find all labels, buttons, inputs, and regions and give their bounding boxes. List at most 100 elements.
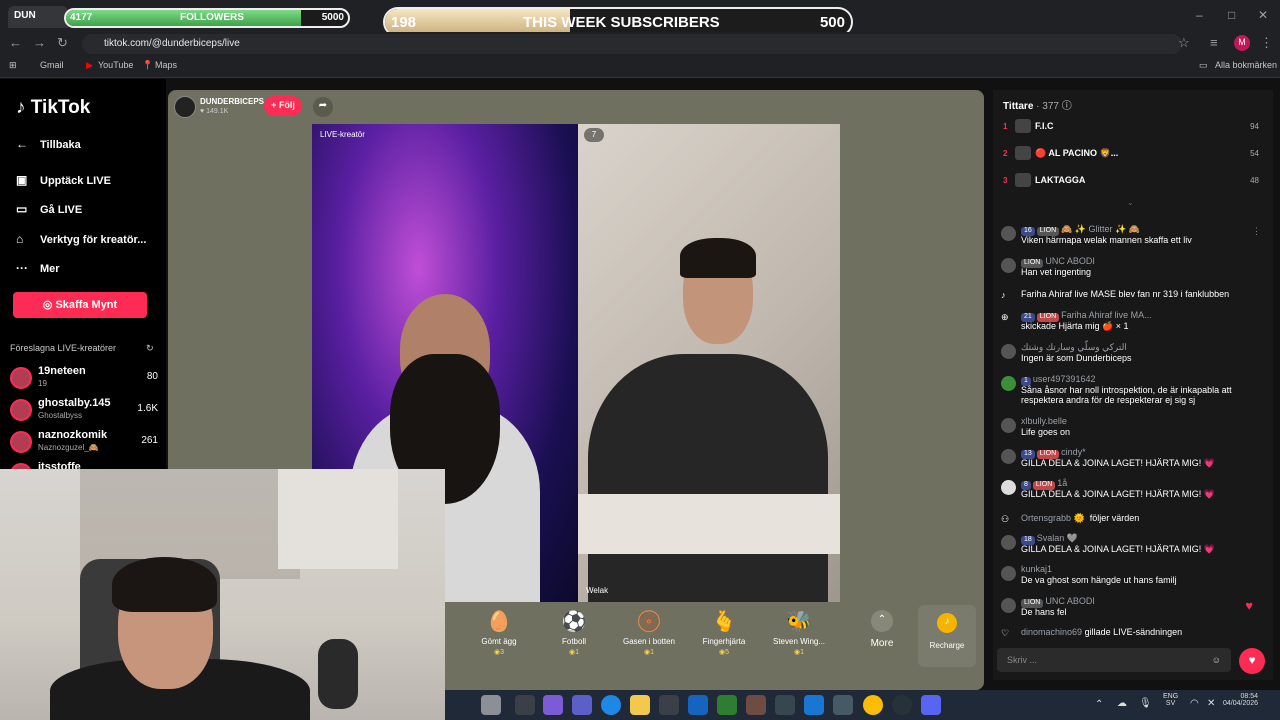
viewer-score: 48: [1250, 176, 1259, 185]
url-field[interactable]: tiktok.com/@dunderbiceps/live: [82, 34, 1182, 54]
clock-time: 08:54: [1240, 693, 1259, 700]
file-explorer-icon[interactable]: [630, 695, 650, 715]
curtain: [278, 469, 398, 569]
tiktok-icon: ♪: [1001, 290, 1006, 300]
gift-item[interactable]: ⚽ Fotboll ◉1: [539, 609, 609, 656]
edge-icon[interactable]: [601, 695, 621, 715]
copilot-icon[interactable]: [543, 695, 563, 715]
store-icon[interactable]: [659, 695, 679, 715]
outlook-icon[interactable]: [688, 695, 708, 715]
event-text: Fariha Ahiraf live MASE blev fan nr 319 …: [1021, 289, 1230, 299]
share-icon[interactable]: ➦: [313, 97, 333, 117]
top-viewer-row[interactable]: 2 🔴 AL PACINO 🦁... 54: [1003, 143, 1269, 169]
avatar: [1001, 449, 1016, 464]
heart-icon: ♥: [1245, 598, 1253, 613]
cloud-icon[interactable]: ☁: [1117, 698, 1127, 709]
recharge-button[interactable]: ♪ Recharge: [918, 605, 976, 667]
browser-tab[interactable]: DUN: [8, 6, 68, 28]
media-icon[interactable]: ≡: [1210, 35, 1218, 50]
sidebar-item-go-live[interactable]: ▭ Gå LIVE: [16, 202, 82, 216]
discord-icon[interactable]: [921, 695, 941, 715]
refresh-icon[interactable]: ↻: [146, 343, 154, 353]
host-avatar: [174, 96, 196, 118]
avatar: [1001, 344, 1016, 359]
event-text: gillade LIVE-sändningen: [1084, 627, 1183, 637]
viewer-name: 🔴 AL PACINO 🦁...: [1035, 148, 1119, 158]
tiktok-logo-icon: ♪: [16, 97, 26, 118]
live-creator-label: LIVE-kreatör: [320, 130, 365, 139]
obs-icon[interactable]: [892, 695, 912, 715]
avatar: [1001, 376, 1016, 391]
viewer-score: 54: [1250, 149, 1259, 158]
wheel-icon: 🛞: [636, 611, 662, 633]
security-icon[interactable]: [717, 695, 737, 715]
suggested-creator[interactable]: naznozkomik Naznozguzel_🙈 261: [10, 429, 160, 457]
gift-item[interactable]: 🥚 Gömt ägg ◉3: [464, 609, 534, 656]
task-view-icon[interactable]: [515, 695, 535, 715]
bookmark-maps[interactable]: Maps: [155, 60, 177, 70]
bookmark-youtube[interactable]: YouTube: [98, 60, 133, 70]
sidebar-item-discover-live[interactable]: ▣ Upptäck LIVE: [16, 173, 111, 187]
follow-button[interactable]: + Följ: [264, 96, 302, 116]
back-label: Tillbaka: [40, 139, 81, 151]
chrome-icon[interactable]: [863, 695, 883, 715]
get-coins-button[interactable]: ◎ Skaffa Mynt: [13, 292, 147, 318]
forward-icon[interactable]: →: [33, 35, 46, 50]
streamer-hair: [112, 557, 217, 612]
emoji-icon[interactable]: ☺: [1212, 655, 1221, 665]
apps-icon[interactable]: ⊞: [9, 60, 17, 71]
more-icon[interactable]: ⋮: [1252, 226, 1261, 237]
chat-input[interactable]: Skriv ... ☺: [997, 648, 1231, 672]
photos-icon[interactable]: [804, 695, 824, 715]
close-icon[interactable]: ✕: [1258, 8, 1268, 22]
message-text: Han vet ingenting: [1021, 267, 1092, 277]
top-viewer-row[interactable]: 1 F.I.C 94: [1003, 116, 1269, 142]
star-icon[interactable]: ☆: [1178, 35, 1190, 51]
wifi-icon[interactable]: ◠: [1190, 698, 1199, 709]
guest-video: 7 Welak: [578, 124, 840, 602]
reload-icon[interactable]: ↻: [57, 35, 68, 51]
office-icon[interactable]: [746, 695, 766, 715]
message-text: GILLA DELA & JOINA LAGET! HJÄRTA MIG! 💗: [1021, 489, 1215, 499]
webcam-overlay: [0, 469, 445, 720]
suggested-creator[interactable]: 19neteen 19 80: [10, 365, 160, 393]
gift-item[interactable]: 🛞 Gasen i botten ◉1: [614, 609, 684, 656]
app-icon[interactable]: [775, 695, 795, 715]
suggested-creator[interactable]: ghostalby.145 Ghostalbyss 1.6K: [10, 397, 160, 425]
speaker-muted-icon[interactable]: ✕: [1207, 698, 1215, 709]
mic-icon[interactable]: 🎙: [1139, 698, 1152, 709]
user-plus-icon: ⚇: [1001, 514, 1010, 524]
maximize-icon[interactable]: □: [1228, 8, 1235, 22]
youtube-icon: ▶: [86, 60, 93, 70]
sidebar-item-more[interactable]: ··· Mer: [16, 261, 60, 275]
teams-icon[interactable]: [572, 695, 592, 715]
terminal-icon[interactable]: [833, 695, 853, 715]
widget-icon[interactable]: [481, 695, 501, 715]
bookmark-gmail[interactable]: Gmail: [40, 60, 64, 70]
language-indicator[interactable]: ENG SV: [1163, 693, 1178, 707]
chevron-down-icon[interactable]: ⌄: [1127, 198, 1134, 207]
tiktok-logo[interactable]: ♪ TikTok: [16, 97, 90, 119]
logo-text: TikTok: [30, 97, 91, 118]
menu-icon[interactable]: ⋮: [1260, 35, 1273, 51]
username: kunkaj1: [1021, 564, 1053, 574]
like-button[interactable]: ♥: [1239, 648, 1265, 674]
info-icon[interactable]: ⓘ: [1062, 101, 1072, 112]
sidebar-item-creator-tools[interactable]: ⌂ Verktyg för kreatör...: [16, 232, 146, 246]
back-link[interactable]: ← Tillbaka: [16, 137, 81, 151]
back-icon[interactable]: ←: [9, 35, 22, 50]
gift-price-value: 5: [725, 649, 729, 656]
top-viewer-row[interactable]: 3 LAKTAGGA 48: [1003, 170, 1269, 196]
event-line: dinomachino69 gillade LIVE-sändningen: [1021, 627, 1182, 637]
chevron-up-icon[interactable]: ⌃: [1095, 699, 1103, 710]
coin-icon: ♪: [937, 613, 957, 633]
all-bookmarks[interactable]: Alla bokmärken: [1215, 60, 1277, 70]
clock[interactable]: 08:54 04/04/2026: [1223, 693, 1258, 707]
minimize-icon[interactable]: –: [1196, 8, 1203, 22]
profile-avatar[interactable]: M: [1234, 35, 1250, 51]
gift-item[interactable]: 🫰 Fingerhjärta ◉5: [689, 609, 759, 656]
gift-item[interactable]: 🐝 Steven Wing... ◉1: [764, 609, 834, 656]
more-gifts-button[interactable]: ⌃ More: [852, 609, 912, 649]
gift-price-value: 1: [575, 649, 579, 656]
followers-start: 4177: [70, 12, 93, 23]
